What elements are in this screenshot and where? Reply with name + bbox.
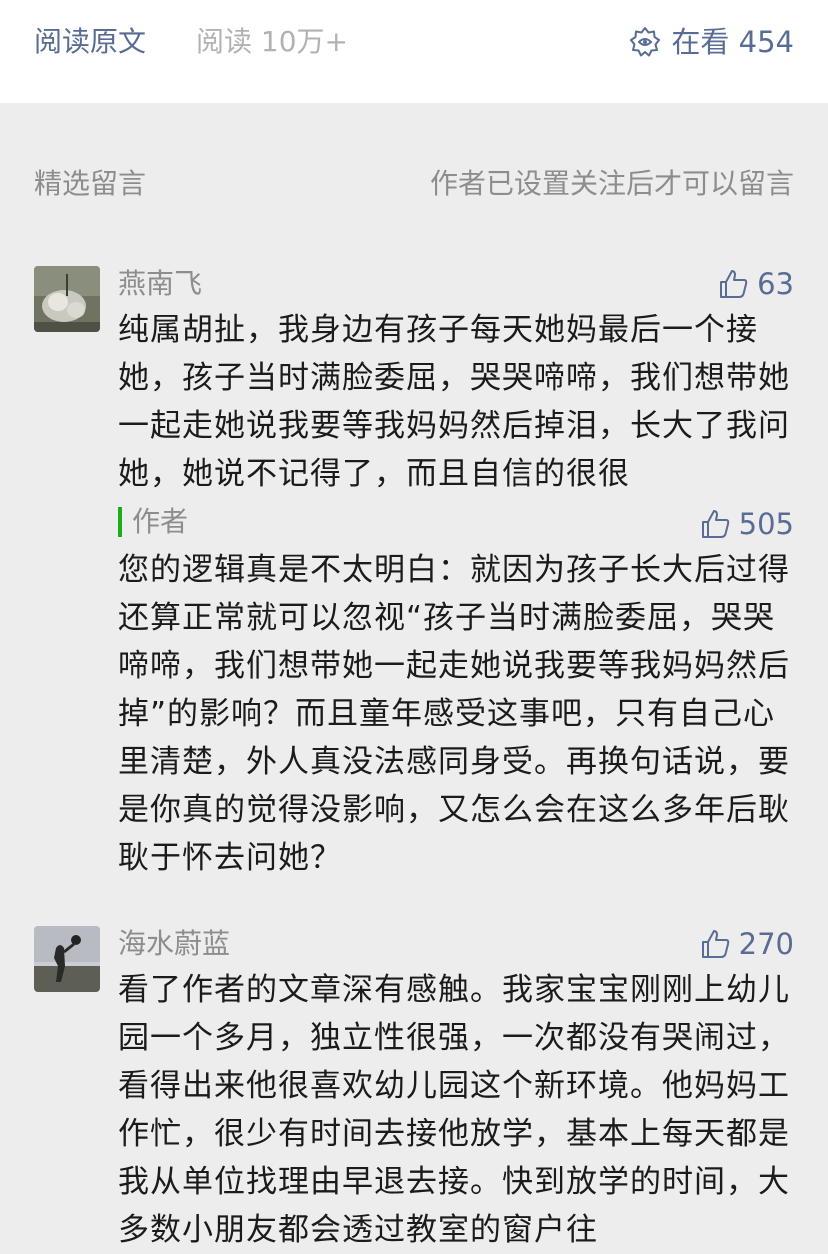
author-label: 作者 — [132, 505, 189, 538]
avatar[interactable] — [34, 926, 100, 992]
comment-content: 纯属胡扯，我身边有孩子每天她妈最后一个接她，孩子当时满脸委屈，哭哭啼啼，我们想带… — [118, 312, 790, 492]
reply-like-button[interactable]: 505 — [699, 506, 794, 542]
watching-icon — [630, 27, 661, 57]
thumbs-up-icon — [701, 510, 729, 538]
thumbs-up-icon — [701, 930, 729, 958]
author-reply-label: 作者 — [118, 504, 188, 540]
like-count: 63 — [757, 267, 794, 301]
author-reply-bar — [118, 507, 122, 537]
like-button[interactable]: 270 — [699, 926, 794, 962]
watching-button[interactable]: 在看 454 — [629, 22, 794, 62]
comment-permission-notice: 作者已设置关注后才可以留言 — [429, 167, 794, 200]
read-original-link[interactable]: 阅读原文 — [34, 22, 146, 62]
watching-label: 在看 454 — [671, 25, 794, 59]
avatar[interactable] — [34, 266, 100, 332]
like-count: 270 — [738, 927, 794, 961]
author-reply-content: 您的逻辑真是不太明白：就因为孩子长大后过得还算正常就可以忽视“孩子当时满脸委屈，… — [118, 552, 790, 876]
reply-like-count: 505 — [738, 507, 794, 541]
featured-comments-title: 精选留言 — [34, 167, 147, 200]
article-footer-bar: 阅读原文 阅读 10万+ 在看 454 — [0, 0, 828, 103]
comment-nickname: 海水蔚蓝 — [118, 927, 231, 960]
comments-header: 精选留言 作者已设置关注后才可以留言 — [34, 164, 794, 204]
like-button[interactable]: 63 — [717, 266, 794, 302]
read-count: 阅读 10万+ — [196, 25, 348, 58]
thumbs-up-icon — [720, 270, 748, 298]
comment-nickname: 燕南飞 — [118, 267, 203, 300]
comment-content: 看了作者的文章深有感触。我家宝宝刚刚上幼儿园一个多月，独立性很强，一次都没有哭闹… — [118, 972, 790, 1248]
